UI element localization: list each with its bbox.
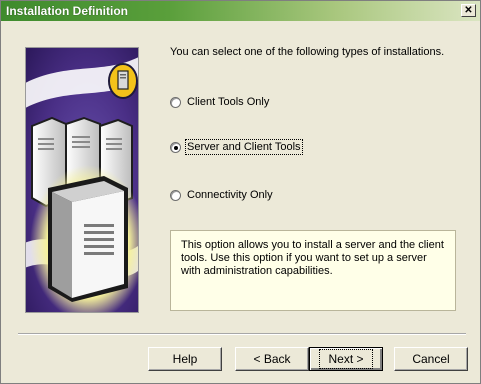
radio-connectivity-only[interactable] — [170, 189, 181, 201]
option-connectivity-only[interactable]: Connectivity Only — [170, 187, 273, 203]
help-button-label: Help — [172, 352, 198, 366]
back-button[interactable]: < Back — [235, 347, 309, 371]
close-button[interactable]: ✕ — [461, 4, 476, 17]
option-client-tools-only[interactable]: Client Tools Only — [170, 94, 269, 110]
radio-client-tools-only[interactable] — [170, 96, 181, 108]
installation-dialog: Installation Definition ✕ You can select… — [0, 0, 481, 384]
option-server-and-client-tools[interactable]: Server and Client Tools — [170, 139, 303, 155]
intro-text: You can select one of the following type… — [170, 46, 445, 58]
option-label: Connectivity Only — [187, 189, 273, 201]
cancel-button[interactable]: Cancel — [394, 347, 468, 371]
back-button-label: < Back — [253, 352, 291, 366]
server-illustration-panel — [25, 47, 139, 313]
title-bar[interactable]: Installation Definition ✕ — [1, 1, 480, 21]
separator-highlight — [18, 334, 466, 335]
option-label: Server and Client Tools — [185, 139, 303, 155]
server-badge-icon — [108, 63, 138, 99]
close-icon: ✕ — [464, 4, 473, 16]
help-button[interactable]: Help — [148, 347, 222, 371]
window-title: Installation Definition — [6, 4, 128, 18]
next-button-label: Next > — [319, 349, 373, 369]
cancel-button-label: Cancel — [412, 352, 450, 366]
server-tower-illustration — [26, 48, 138, 312]
radio-server-and-client-tools[interactable] — [170, 141, 181, 153]
option-description: This option allows you to install a serv… — [170, 230, 456, 311]
option-label: Client Tools Only — [187, 96, 270, 108]
next-button[interactable]: Next > — [309, 347, 383, 371]
